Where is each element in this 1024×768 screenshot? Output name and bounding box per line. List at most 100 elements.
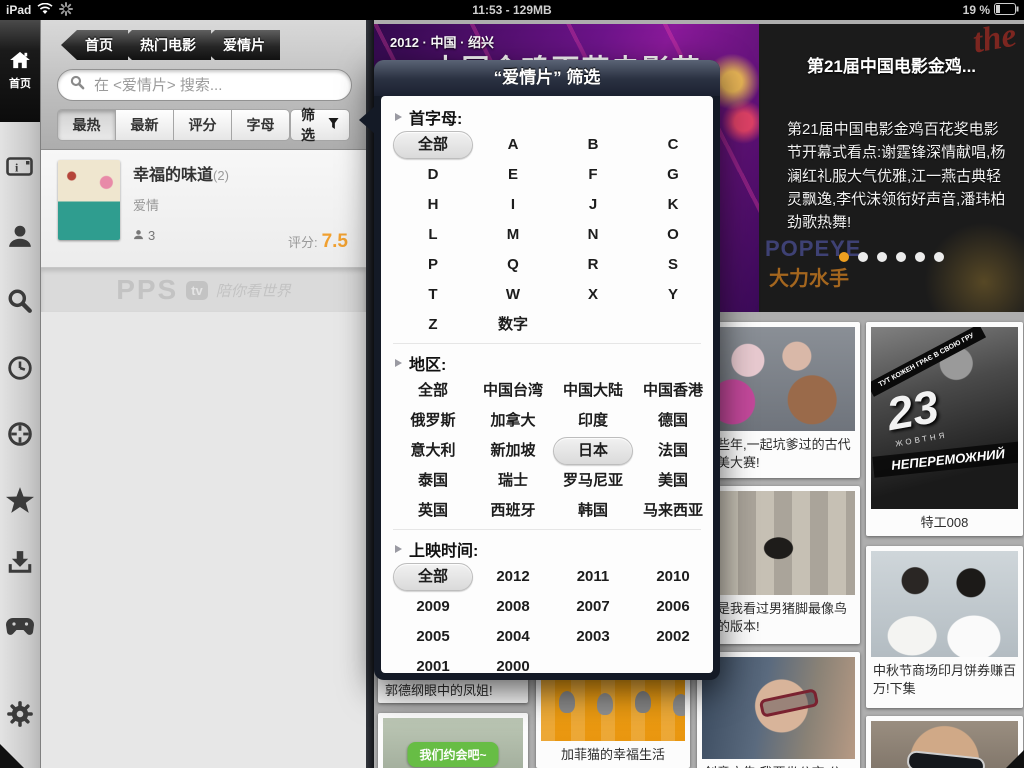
sidebar-item-downloads[interactable] [0,544,40,580]
filter-option[interactable]: G [633,161,713,189]
filter-option[interactable]: 2012 [473,563,553,591]
video-card[interactable] [866,716,1023,768]
filter-option[interactable]: J [553,191,633,219]
filter-option[interactable]: M [473,221,553,249]
sort-tab[interactable]: 最热 [57,109,116,141]
filter-option[interactable]: 西班牙 [473,497,553,525]
filter-option[interactable]: N [553,221,633,249]
filter-option[interactable]: H [393,191,473,219]
video-card[interactable]: 我们约会吧~ [378,713,528,768]
sidebar-item-history[interactable] [0,350,40,386]
sidebar-item-settings[interactable] [0,696,40,732]
filter-option[interactable]: 全部 [393,563,473,591]
filter-option[interactable]: Y [633,281,713,309]
filter-option[interactable]: 美国 [633,467,713,495]
filter-option[interactable]: E [473,161,553,189]
filter-option[interactable]: X [553,281,633,309]
filter-option[interactable]: 瑞士 [473,467,553,495]
filter-option[interactable]: 中国香港 [633,377,713,405]
filter-option[interactable]: Z [393,311,473,339]
filter-option[interactable]: W [473,281,553,309]
filter-option[interactable]: 日本 [553,437,633,465]
sidebar-item-home[interactable]: 首页 [0,20,40,122]
status-bar: iPad 11:53 - 129MB 19 % [0,0,1024,20]
search-input[interactable] [92,76,339,95]
pps-slogan: 陪你看世界 [216,280,291,301]
search-bar[interactable] [57,69,352,101]
sidebar-item-profile[interactable] [0,218,40,254]
filter-option[interactable]: 加拿大 [473,407,553,435]
filter-option[interactable]: 2007 [553,593,633,621]
filter-option[interactable]: 2008 [473,593,553,621]
breadcrumb-item[interactable]: 爱情片 [199,30,280,60]
page-curl-left[interactable] [0,744,24,768]
filter-option[interactable]: 泰国 [393,467,473,495]
filter-option[interactable]: 2005 [393,623,473,651]
filter-option[interactable]: 中国台湾 [473,377,553,405]
carousel-dot[interactable] [896,252,906,262]
filter-option[interactable]: 韩国 [553,497,633,525]
filter-option[interactable]: 德国 [633,407,713,435]
filter-option[interactable]: K [633,191,713,219]
filter-option[interactable]: P [393,251,473,279]
movie-list-row[interactable]: 幸福的味道(2) 爱情 3 评分: 7.5 [41,150,366,268]
filter-option[interactable]: S [633,251,713,279]
filter-option[interactable]: 马来西亚 [633,497,713,525]
video-card[interactable]: 中秋节商场印月饼券赚百万!下集 [866,546,1023,708]
modal-title: “爱情片” 筛选 [374,60,720,96]
filter-option[interactable]: 2000 [473,653,553,673]
filter-option[interactable]: 俄罗斯 [393,407,473,435]
filter-option[interactable]: 全部 [393,377,473,405]
filter-option[interactable]: L [393,221,473,249]
filter-option[interactable]: 印度 [553,407,633,435]
filter-option[interactable]: 法国 [633,437,713,465]
filter-option[interactable]: 英国 [393,497,473,525]
filter-option[interactable]: T [393,281,473,309]
carousel-dot[interactable] [877,252,887,262]
breadcrumb-item[interactable]: 热门电影 [116,30,211,60]
carousel-dot[interactable] [839,252,849,262]
filter-option[interactable]: O [633,221,713,249]
filter-option[interactable]: 全部 [393,131,473,159]
filter-option[interactable]: 2011 [553,563,633,591]
filter-option[interactable]: 2006 [633,593,713,621]
sidebar-item-games[interactable] [0,608,40,644]
sort-tab[interactable]: 字母 [232,109,290,141]
sidebar-item-favorites[interactable] [0,482,40,518]
page-curl-right[interactable] [1006,750,1024,768]
video-card[interactable]: ТУТ КОЖЕН ГРАЄ В СВОЮ ГРУ 23 ЖОВТНЯ НЕПЕ… [866,322,1023,536]
carousel-dot[interactable] [858,252,868,262]
carousel-dot[interactable] [915,252,925,262]
filter-option[interactable]: 2002 [633,623,713,651]
sidebar-item-search[interactable] [0,283,40,319]
filter-option[interactable]: 2004 [473,623,553,651]
filter-option[interactable]: I [473,191,553,219]
video-thumbnail [702,327,855,431]
filter-option[interactable]: 新加坡 [473,437,553,465]
filter-option[interactable]: 数字 [473,311,553,339]
filter-option[interactable]: 2003 [553,623,633,651]
filter-option[interactable]: B [553,131,633,159]
video-card[interactable]: 创意广告:我要坐公交 公 [697,652,860,768]
filter-option[interactable]: 2001 [393,653,473,673]
carousel-dot[interactable] [934,252,944,262]
video-card[interactable]: 这是我看过男猪脚最像鸟叔的版本! [697,486,860,644]
filter-option[interactable]: R [553,251,633,279]
filter-option[interactable]: C [633,131,713,159]
sidebar-item-info[interactable]: i [0,148,40,184]
filter-option[interactable]: A [473,131,553,159]
filter-button[interactable]: 筛选 [290,109,350,141]
filter-option[interactable]: Q [473,251,553,279]
filter-option[interactable]: 罗马尼亚 [553,467,633,495]
filter-option[interactable]: 中国大陆 [553,377,633,405]
filter-option[interactable]: 意大利 [393,437,473,465]
video-card[interactable]: 那些年,一起坑爹过的古代选美大赛! [697,322,860,478]
filter-option[interactable]: 2009 [393,593,473,621]
filter-option[interactable]: 2010 [633,563,713,591]
sort-tab[interactable]: 最新 [116,109,174,141]
section-triangle-icon [395,359,402,367]
filter-option[interactable]: D [393,161,473,189]
filter-option[interactable]: F [553,161,633,189]
sort-tab[interactable]: 评分 [174,109,232,141]
sidebar-item-discover[interactable] [0,416,40,452]
